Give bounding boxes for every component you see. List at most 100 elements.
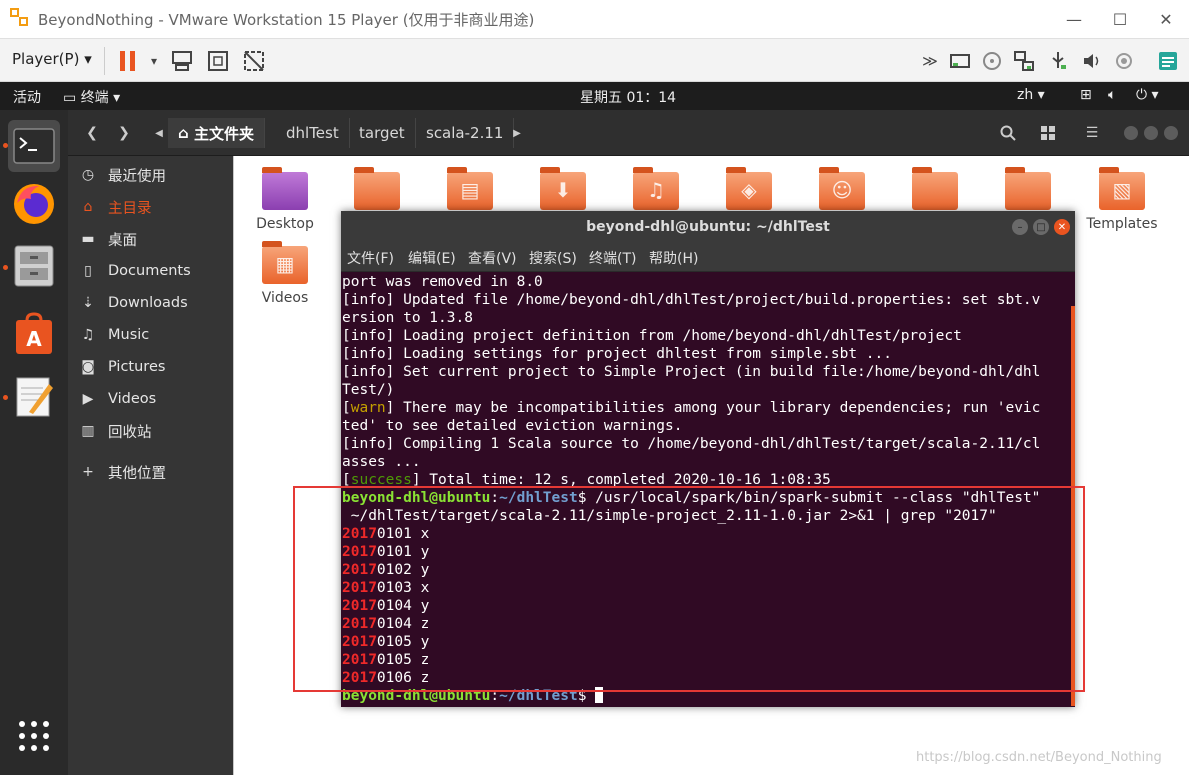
more-icon[interactable]: ≫ [916,47,944,75]
plus-icon: + [82,464,94,480]
svg-text:A: A [26,327,42,351]
sidebar-item-home[interactable]: ⌂ 主目录 [68,191,233,223]
network-icon[interactable] [1010,47,1038,75]
running-indicator [3,395,8,400]
breadcrumb-right-arrow[interactable]: ▶ [508,118,526,148]
running-indicator [3,143,8,148]
software-icon[interactable]: A [8,308,60,360]
clock-icon: ◷ [81,167,95,183]
folder-icon [912,167,958,210]
view-options-icon[interactable] [1034,118,1062,148]
file-item-documents[interactable]: ▤ [425,167,515,210]
terminal-line: [info] Set current project to Simple Pro… [342,364,1041,380]
network-status-icon[interactable]: ⊞ [1080,87,1092,103]
terminal-icon[interactable] [8,120,60,172]
pause-icon[interactable] [114,47,142,75]
download-icon: ⇣ [82,295,94,311]
terminal-close-button[interactable]: ✕ [1054,219,1070,235]
sidebar-item-trash[interactable]: ▥ 回收站 [68,415,233,447]
terminal-line: ersion to 1.3.8 [342,310,473,326]
menu-icon[interactable]: ☰ [1078,118,1106,148]
files-window-controls[interactable] [1122,118,1182,148]
minimize-button[interactable]: — [1051,0,1097,38]
unity-icon[interactable] [240,47,268,75]
sidebar-item-other-locations[interactable]: + 其他位置 [68,456,233,488]
breadcrumb-dhltest[interactable]: dhlTest [276,118,350,148]
watermark: https://blog.csdn.net/Beyond_Nothing [916,750,1162,765]
hdd-icon[interactable] [946,47,974,75]
file-item-public[interactable]: ☺ [797,167,887,210]
settings-icon[interactable] [1110,47,1138,75]
volume-icon[interactable]: 🔈︎ [1108,87,1116,103]
files-header-bar: ❮ ❯ ◀ ⌂ 主文件夹 dhlTest target scala-2.11 ▶… [68,110,1189,156]
vmware-logo-icon [10,8,32,30]
clock[interactable]: 星期五 01：14 [580,87,676,107]
public-folder-icon: ☺ [819,167,865,210]
file-item-desktop[interactable]: Desktop [240,167,330,232]
forward-button[interactable]: ❯ [110,118,138,148]
app-grid-icon[interactable] [8,710,60,762]
sound-icon[interactable] [1078,47,1106,75]
file-item-folder[interactable] [983,167,1073,210]
sidebar-item-downloads[interactable]: ⇣ Downloads [68,287,233,319]
menu-help[interactable]: 帮助(H) [649,248,698,268]
app-menu-button[interactable]: ▭ 终端 ▾ [63,87,120,107]
breadcrumb-scala[interactable]: scala-2.11 [416,118,515,148]
file-item-folder[interactable] [332,167,422,210]
breadcrumb-target[interactable]: target [349,118,416,148]
close-button[interactable]: ✕ [1143,0,1189,38]
usb-icon[interactable] [1044,47,1072,75]
sidebar-item-pictures[interactable]: ◙ Pictures [68,351,233,383]
file-item-folder[interactable] [890,167,980,210]
file-item-templates[interactable]: ▧ Templates [1077,167,1167,232]
notes-icon[interactable] [1154,47,1182,75]
menu-terminal[interactable]: 终端(T) [589,248,636,268]
sidebar-item-music[interactable]: ♫ Music [68,319,233,351]
maximize-button[interactable]: ☐ [1097,0,1143,38]
vmware-toolbar: Player(P) ▾ ▾ ≫ [0,38,1189,82]
downloads-folder-icon: ⬇ [540,167,586,210]
text-editor-icon[interactable] [8,370,60,422]
player-menu-button[interactable]: Player(P) ▾ [12,50,92,68]
file-item-music[interactable]: ♫ [611,167,701,210]
terminal-menu-bar: 文件(F) 编辑(E) 查看(V) 搜索(S) 终端(T) 帮助(H) [341,242,1075,272]
sidebar-item-videos[interactable]: ▶ Videos [68,383,233,415]
music-folder-icon: ♫ [633,167,679,210]
music-icon: ♫ [81,327,95,343]
menu-edit[interactable]: 编辑(E) [408,248,456,268]
fullscreen-icon[interactable] [204,47,232,75]
file-item-videos[interactable]: ▦ Videos [240,241,330,306]
file-item-downloads[interactable]: ⬇ [518,167,608,210]
menu-view[interactable]: 查看(V) [468,248,517,268]
activities-button[interactable]: 活动 [13,87,41,107]
send-ctrl-alt-del-icon[interactable] [168,47,196,75]
sidebar-item-recent[interactable]: ◷ 最近使用 [68,159,233,191]
terminal-title-bar[interactable]: beyond-dhl@ubuntu: ~/dhlTest [341,211,1075,242]
menu-file[interactable]: 文件(F) [347,248,394,268]
home-icon: ⌂ [178,124,194,142]
document-icon: ▯ [84,263,92,279]
sidebar-item-documents[interactable]: ▯ Documents [68,255,233,287]
gnome-top-bar: 活动 ▭ 终端 ▾ 星期五 01：14 zh ▾ ⊞ 🔈︎ ⏻ ▾ [0,82,1189,110]
pause-dropdown-icon[interactable]: ▾ [140,47,168,75]
templates-folder-icon: ▧ [1099,167,1145,210]
breadcrumb-left-arrow[interactable]: ◀ [150,118,168,148]
back-button[interactable]: ❮ [78,118,106,148]
search-icon[interactable] [994,118,1022,148]
terminal-maximize-button[interactable]: □ [1033,219,1049,235]
terminal-minimize-button[interactable]: – [1012,219,1028,235]
terminal-line: [warn] There may be incompatibilities am… [342,400,1041,416]
cd-icon[interactable] [978,47,1006,75]
terminal-line: asses ... [342,454,421,470]
window-title: BeyondNothing - VMware Workstation 15 Pl… [38,10,535,29]
input-method-button[interactable]: zh ▾ [1017,87,1045,103]
file-item-pictures[interactable]: ◈ [704,167,794,210]
terminal-line: ted' to see detailed eviction warnings. [342,418,683,434]
power-icon[interactable]: ⏻ ▾ [1136,87,1159,103]
desktop-folder-icon [262,167,308,210]
menu-search[interactable]: 搜索(S) [529,248,577,268]
files-icon[interactable] [8,240,60,292]
firefox-icon[interactable] [8,178,60,230]
sidebar-item-desktop[interactable]: ▬ 桌面 [68,223,233,255]
breadcrumb-home[interactable]: ⌂ 主文件夹 [168,118,265,148]
